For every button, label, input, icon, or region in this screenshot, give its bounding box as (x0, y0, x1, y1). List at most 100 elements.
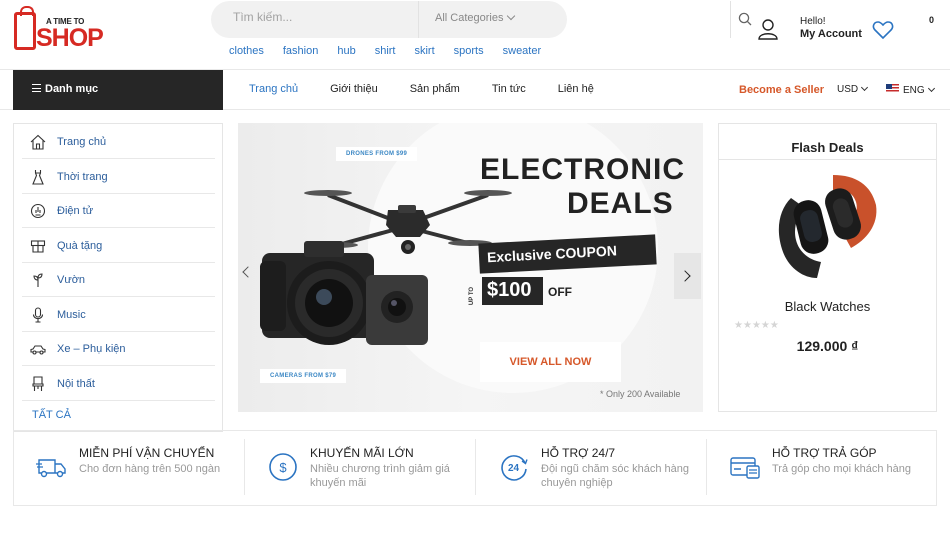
product-price: 129.000 ₫ (796, 338, 859, 354)
tag-link[interactable]: clothes (229, 45, 264, 57)
logo-word: SHOP (36, 24, 104, 52)
feature-free-shipping: MIỄN PHÍ VẬN CHUYỂN Cho đơn hàng trên 50… (14, 431, 244, 505)
chevron-right-icon (679, 270, 691, 282)
tag-link[interactable]: sweater (503, 45, 542, 57)
sidebar-item-electronics[interactable]: Điện tử (22, 194, 215, 228)
search-divider (418, 1, 419, 38)
tag-link[interactable]: sports (454, 45, 484, 57)
us-flag-icon (886, 84, 899, 93)
star-icon: ★ (742, 320, 752, 331)
top-menu: Trang chủ Giới thiệu Sản phẩm Tin tức Li… (249, 83, 626, 95)
become-seller-link[interactable]: Become a Seller (739, 84, 824, 96)
product-rating: ★★★★★ (734, 320, 779, 331)
camera-image (260, 241, 428, 345)
car-icon (30, 345, 46, 355)
hero-banner[interactable]: DRONES FROM $99 CAMERAS FROM $79 ELECTRO… (238, 123, 703, 412)
cameras-price-pill: CAMERAS FROM $79 (260, 369, 347, 383)
currency-select[interactable]: USD (837, 83, 869, 95)
nav-link-contact[interactable]: Liên hệ (558, 83, 594, 95)
feature-title: KHUYẾN MÃI LỚN (310, 446, 414, 460)
truck-icon (36, 459, 66, 478)
main-nav: Danh mục Trang chủ Giới thiệu Sản phẩm T… (0, 70, 950, 110)
sidebar-item-gifts[interactable]: Quà tặng (22, 229, 215, 263)
feature-subtitle: Cho đơn hàng trên 500 ngàn (79, 463, 221, 475)
feature-title: HỖ TRỢ TRẢ GÓP (772, 446, 877, 460)
categories-label: Danh mục (45, 83, 99, 95)
feature-installment: HỖ TRỢ TRẢ GÓP Trả góp cho mọi khách hàn… (707, 431, 937, 505)
user-icon[interactable] (757, 18, 779, 40)
sidebar-item-label: Thời trang (57, 171, 108, 183)
feature-title: MIỄN PHÍ VẬN CHUYỂN (79, 446, 215, 460)
nav-link-news[interactable]: Tin tức (492, 83, 526, 95)
tag-link[interactable]: fashion (283, 45, 318, 57)
sidebar-all-link[interactable]: TẤT CẢ (32, 409, 71, 421)
home-icon (30, 134, 46, 150)
sidebar-item-car-accessories[interactable]: Xe – Phụ kiện (22, 332, 215, 366)
feature-title: HỖ TRỢ 24/7 (541, 446, 616, 460)
nav-link-home[interactable]: Trang chủ (249, 83, 298, 95)
nav-link-products[interactable]: Sản phẩm (410, 83, 460, 95)
shopping-bag-icon (14, 6, 36, 50)
chevron-left-icon[interactable] (242, 266, 254, 278)
header: A TIME TO SHOP All Categories clothes fa… (0, 0, 950, 70)
my-account-link[interactable]: My Account (800, 28, 862, 40)
search-icon[interactable] (738, 12, 752, 26)
product-name[interactable]: Black Watches (719, 299, 936, 314)
feature-subtitle: Đội ngũ chăm sóc khách hàng chuyên nghiệ… (541, 463, 689, 489)
feature-support-24-7: 24 HỖ TRỢ 24/7 Đội ngũ chăm sóc khách hà… (476, 431, 706, 505)
tag-link[interactable]: shirt (375, 45, 396, 57)
gift-icon (30, 240, 46, 253)
electronics-icon (30, 203, 46, 219)
categories-button[interactable]: Danh mục (13, 70, 223, 110)
sidebar-item-music[interactable]: Music (22, 298, 215, 332)
language-label: ENG (903, 85, 925, 96)
drones-price-pill: DRONES FROM $99 (336, 147, 418, 161)
dollar-coin-icon: $ (269, 453, 297, 481)
feature-big-promotion: $ KHUYẾN MÃI LỚN Nhiều chương trình giảm… (245, 431, 475, 505)
wishlist-count: 0 (929, 15, 935, 25)
flash-deals-title: Flash Deals (719, 124, 936, 160)
chair-icon (32, 376, 44, 391)
sidebar-item-label: Vườn (57, 274, 86, 286)
svg-text:24: 24 (508, 463, 520, 474)
star-icon: ★ (751, 320, 761, 331)
sidebar-item-label: Music (57, 309, 86, 321)
search-bar: All Categories (211, 1, 752, 38)
sidebar-item-furniture[interactable]: Nội thất (22, 367, 215, 401)
support-24-icon: 24 (501, 455, 528, 481)
up-to-label: UP TO (469, 286, 476, 306)
feature-subtitle: Nhiều chương trình giảm giá khuyến mãi (310, 463, 450, 489)
chevron-down-icon (927, 84, 935, 93)
sidebar-item-home[interactable]: Trang chủ (22, 125, 215, 159)
category-select[interactable]: All Categories (435, 11, 516, 24)
popular-tags: clothes fashion hub shirt skirt sports s… (229, 45, 560, 57)
sidebar-item-label: Xe – Phụ kiện (57, 343, 126, 355)
microphone-icon (32, 307, 44, 323)
menu-icon (32, 84, 41, 92)
category-sidebar: Trang chủ Thời trang Điện tử Quà tặng Vư… (13, 123, 223, 432)
search-input[interactable] (233, 10, 413, 24)
feature-subtitle: Trả góp cho mọi khách hàng (772, 463, 912, 475)
nav-link-about[interactable]: Giới thiệu (330, 83, 378, 95)
language-select[interactable]: ENG (886, 84, 935, 96)
view-all-button[interactable]: VIEW ALL NOW (480, 342, 621, 382)
star-icon: ★ (734, 320, 743, 331)
sidebar-item-label: Điện tử (57, 205, 94, 217)
sidebar-item-fashion[interactable]: Thời trang (22, 160, 215, 194)
category-select-label: All Categories (435, 12, 504, 24)
tag-link[interactable]: skirt (414, 45, 434, 57)
star-icon: ★ (769, 320, 779, 331)
tag-link[interactable]: hub (337, 45, 355, 57)
credit-card-icon (730, 457, 760, 479)
sidebar-item-label: Quà tặng (57, 240, 103, 252)
banner-title-line1: ELECTRONIC (480, 153, 685, 186)
site-logo[interactable]: A TIME TO SHOP (14, 6, 104, 52)
heart-icon[interactable] (872, 20, 894, 40)
smart-band-image[interactable] (771, 170, 881, 285)
svg-text:$: $ (279, 460, 287, 475)
chevron-down-icon (861, 83, 869, 92)
sidebar-item-label: Nội thất (57, 378, 95, 390)
account-greeting: Hello! (800, 16, 826, 27)
sidebar-item-garden[interactable]: Vườn (22, 263, 215, 297)
carousel-next-button[interactable] (674, 253, 701, 299)
